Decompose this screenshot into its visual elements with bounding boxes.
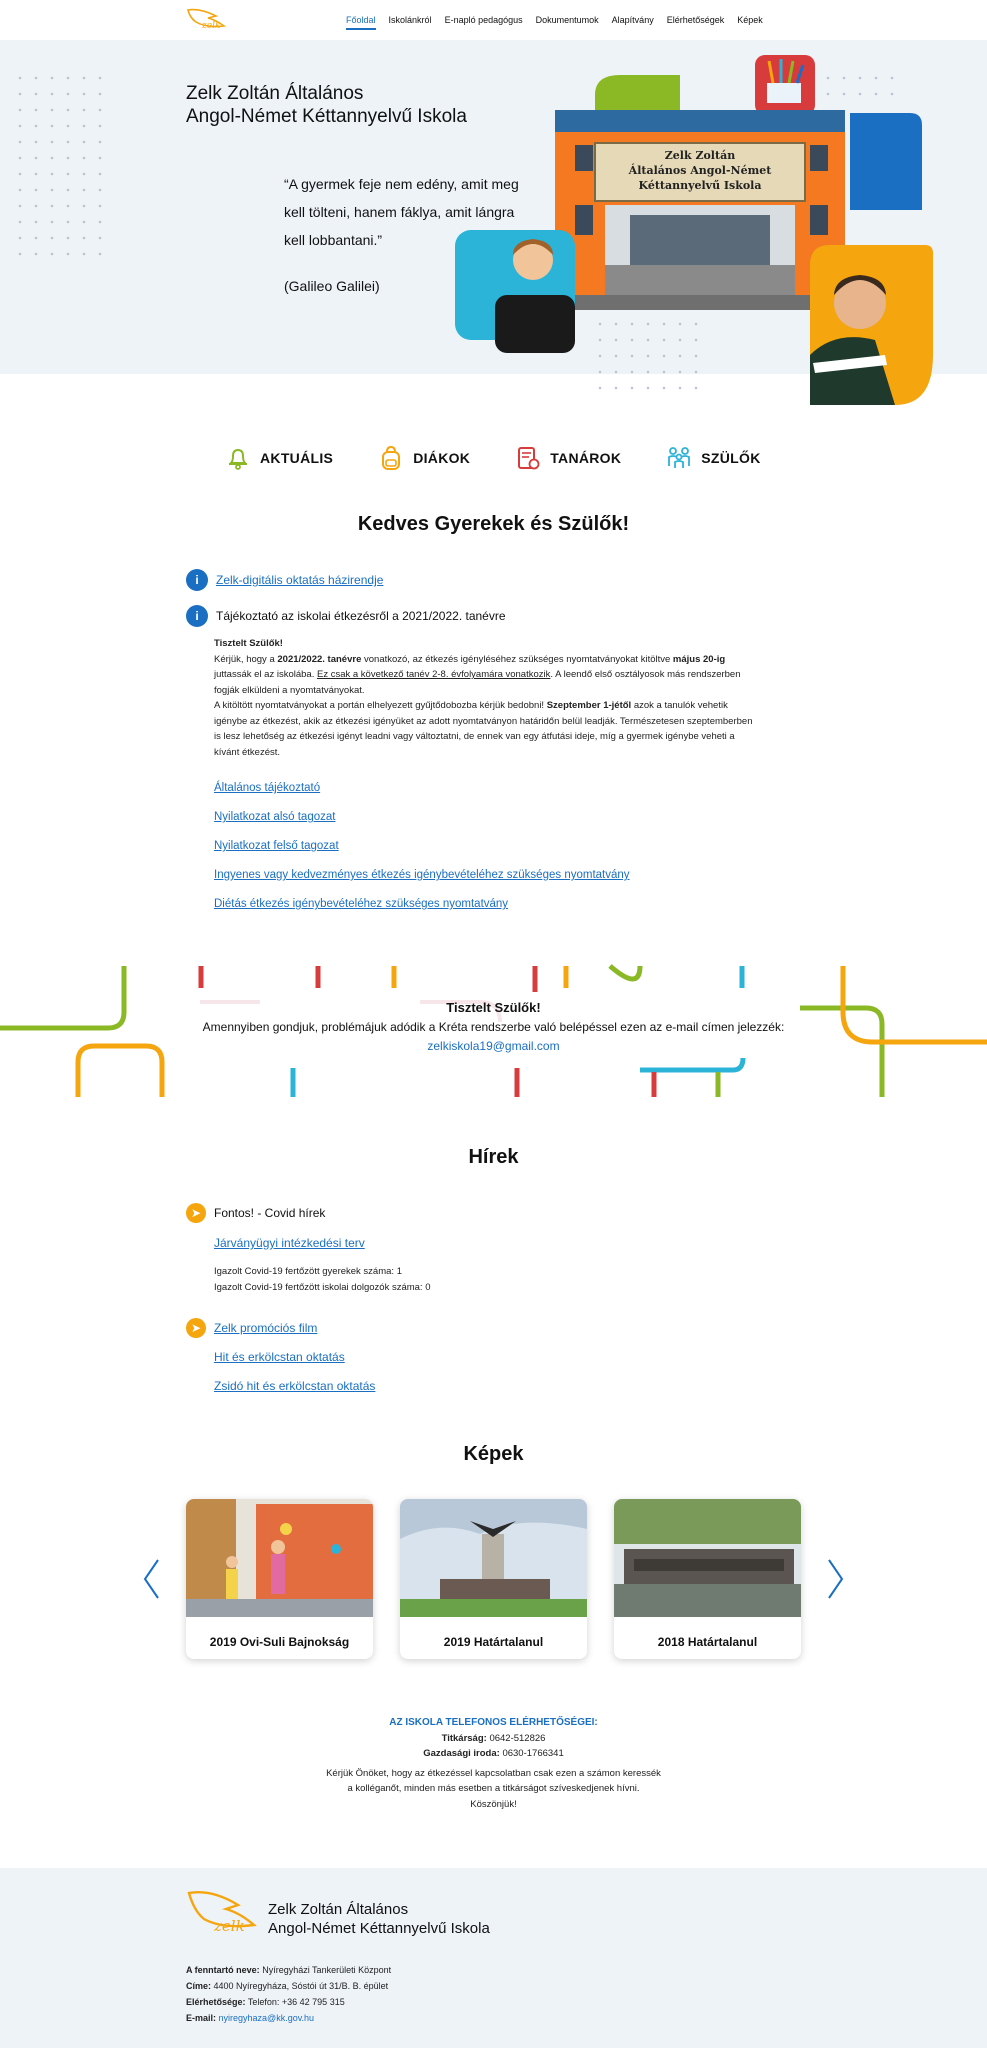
top-bar: zelk Főoldal Iskolánkról E-napló pedagóg…: [0, 0, 987, 40]
info-item-meals: i Tájékoztató az iskolai étkezésről a 20…: [186, 605, 506, 627]
nav-item-enaplo[interactable]: E-napló pedagógus: [445, 15, 523, 30]
epidemic-plan-link[interactable]: Járványügyi intézkedési terv: [214, 1236, 365, 1250]
info-icon: i: [186, 569, 208, 591]
notice-title: Tisztelt Szülők!: [446, 1000, 541, 1015]
svg-text:Zelk Zoltán: Zelk Zoltán: [665, 149, 735, 162]
notice-text: Amennyiben gondjuk, problémájuk adódik a…: [202, 1020, 785, 1053]
school-logo[interactable]: zelk: [186, 6, 226, 32]
category-tanarok[interactable]: TANÁROK: [514, 444, 621, 472]
footer-info: A fenntartó neve: Nyíregyházi Tankerület…: [186, 1965, 392, 2023]
news-item-promo: ➤ Zelk promóciós film: [186, 1318, 317, 1338]
secretariat-phone: 0642-512826: [489, 1732, 546, 1744]
nav-item-elerhetosegek[interactable]: Elérhetőségek: [667, 15, 725, 30]
category-aktualis[interactable]: AKTUÁLIS: [224, 444, 333, 472]
gallery-card-title: 2019 Határtalanul: [443, 1635, 544, 1649]
covid-stats: Igazolt Covid-19 fertőzött gyerekek szám…: [214, 1266, 431, 1293]
hero-collage: Zelk Zoltán Általános Angol-Német Kéttan…: [455, 55, 933, 405]
svg-text:Kéttannyelvű Iskola: Kéttannyelvű Iskola: [639, 179, 762, 192]
backpack-icon: [382, 445, 401, 470]
gallery-photo: [400, 1499, 587, 1617]
gallery-card[interactable]: 2019 Ovi-Suli Bajnokság: [186, 1499, 373, 1659]
info-item-digital: i Zelk-digitális oktatás házirendje: [186, 569, 383, 591]
news-item-covid: ➤ Fontos! - Covid hírek: [186, 1203, 325, 1223]
category-diakok[interactable]: DIÁKOK: [377, 444, 470, 472]
nav-item-iskolankrol[interactable]: Iskolánkról: [389, 15, 432, 30]
link-declaration-upper[interactable]: Nyilatkozat felső tagozat: [214, 840, 630, 852]
letter-paragraph-1: Kérjük, hogy a 2021/2022. tanévre vonatk…: [214, 653, 741, 696]
news-heading: Hírek: [468, 1146, 519, 1168]
gallery-card-title: 2018 Határtalanul: [657, 1635, 758, 1649]
footer-email-link[interactable]: nyiregyhaza@kk.gov.hu: [219, 2013, 315, 2023]
info-icon: i: [186, 605, 208, 627]
jewish-religion-link[interactable]: Zsidó hit és erkölcstan oktatás: [214, 1379, 375, 1393]
gallery-card-title: 2019 Ovi-Suli Bajnokság: [209, 1635, 350, 1649]
school-building-photo: Zelk Zoltán Általános Angol-Német Kéttan…: [555, 110, 845, 310]
category-szulok[interactable]: SZÜLŐK: [665, 444, 760, 472]
footer: [0, 1868, 987, 2048]
category-nav: AKTUÁLIS DIÁKOK TANÁROK SZÜLŐK: [224, 444, 805, 472]
finance-office-phone: 0630-1766341: [502, 1748, 564, 1759]
meals-letter: Tisztelt Szülők! Kérjük, hogy a 2021/202…: [214, 636, 754, 760]
svg-text:zelk: zelk: [201, 21, 220, 31]
teacher-icon: [518, 447, 540, 470]
contacts-title: AZ ISKOLA TELEFONOS ELÉRHETŐSÉGEI:: [389, 1717, 598, 1728]
megaphone-icon: ➤: [186, 1318, 206, 1338]
blue-shape: [850, 113, 922, 210]
gallery-prev-arrow[interactable]: [142, 1558, 160, 1600]
bell-icon: [228, 448, 248, 470]
letter-paragraph-2: A kitöltött nyomtatványokat a portán elh…: [214, 700, 753, 758]
gallery-heading: Képek: [463, 1443, 524, 1465]
meal-documents-links: Általános tájékoztató Nyilatkozat alsó t…: [214, 782, 630, 927]
promo-film-link[interactable]: Zelk promóciós film: [214, 1321, 317, 1335]
green-shape: [595, 75, 680, 115]
meals-title: Tájékoztató az iskolai étkezésről a 2021…: [216, 609, 506, 623]
link-free-meals-form[interactable]: Ingyenes vagy kedvezményes étkezés igény…: [214, 869, 630, 881]
letter-greeting: Tisztelt Szülők!: [214, 638, 283, 649]
gallery-card[interactable]: 2019 Határtalanul: [400, 1499, 587, 1659]
gallery-photo: [614, 1499, 801, 1617]
digital-rules-link[interactable]: Zelk-digitális oktatás házirendje: [216, 573, 383, 587]
kreta-notice: Tisztelt Szülők! Amennyiben gondjuk, pro…: [0, 998, 987, 1056]
gallery-next-arrow[interactable]: [827, 1558, 845, 1600]
nav-item-alapitvany[interactable]: Alapítvány: [612, 15, 654, 30]
religion-education-link[interactable]: Hit és erkölcstan oktatás: [214, 1350, 345, 1364]
footer-school-logo[interactable]: zelk: [186, 1887, 258, 1939]
hero-title: Zelk Zoltán Általános Angol-Német Kéttan…: [186, 83, 467, 127]
megaphone-icon: ➤: [186, 1203, 206, 1223]
phone-contacts: AZ ISKOLA TELEFONOS ELÉRHETŐSÉGEI: Titká…: [0, 1715, 987, 1812]
link-diet-meals-form[interactable]: Diétás étkezés igénybevételéhez szüksége…: [214, 898, 630, 910]
gallery-card[interactable]: 2018 Határtalanul: [614, 1499, 801, 1659]
parents-icon: [668, 447, 691, 468]
notice-email-link[interactable]: zelkiskola19@gmail.com: [427, 1039, 559, 1053]
nav-item-fooldal[interactable]: Főoldal: [346, 15, 376, 30]
link-declaration-lower[interactable]: Nyilatkozat alsó tagozat: [214, 811, 630, 823]
main-nav: Főoldal Iskolánkról E-napló pedagógus Do…: [346, 15, 776, 30]
gallery-photo: [186, 1499, 373, 1617]
footer-title: Zelk Zoltán Általános Angol-Német Kéttan…: [268, 1901, 490, 1937]
dots-decoration: [12, 70, 108, 260]
nav-item-dokumentumok[interactable]: Dokumentumok: [536, 15, 599, 30]
link-general-info[interactable]: Általános tájékoztató: [214, 782, 630, 794]
nav-item-kepek[interactable]: Képek: [737, 15, 763, 30]
welcome-heading: Kedves Gyerekek és Szülők!: [357, 513, 630, 535]
svg-text:zelk: zelk: [213, 1917, 245, 1935]
quote-author: (Galileo Galilei): [284, 278, 380, 294]
svg-text:Általános Angol-Német: Általános Angol-Német: [628, 163, 773, 177]
